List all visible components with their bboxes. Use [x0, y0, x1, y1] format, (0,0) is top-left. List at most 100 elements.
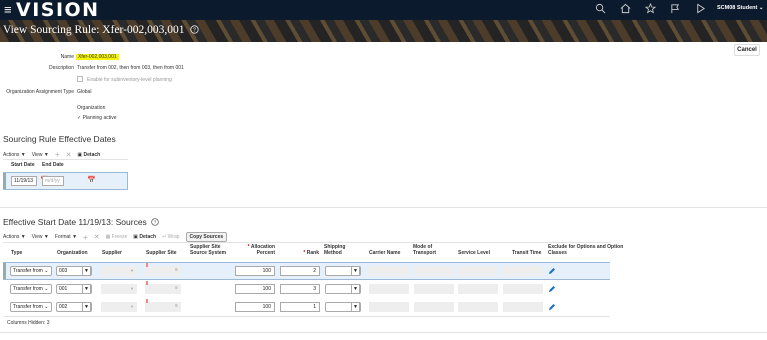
shipping-select[interactable]: ▼ [325, 266, 361, 276]
pencil-icon[interactable] [548, 285, 556, 293]
chevron-down-icon[interactable]: ▼ [351, 302, 360, 312]
pencil-icon[interactable] [548, 267, 556, 275]
dates-table-top [3, 159, 128, 160]
dates-detach-button[interactable]: ▣ Detach [77, 152, 100, 158]
freeze-icon: ▦ [105, 234, 111, 240]
chevron-down-icon[interactable]: ▼ [351, 266, 360, 276]
shipping-select[interactable]: ▼ [325, 302, 361, 312]
page-title-text: View Sourcing Rule: Xfer-002,003,001 [3, 24, 185, 36]
end-date-input[interactable]: m/d/yy [42, 176, 64, 186]
svg-text:?: ? [193, 27, 196, 33]
cancel-button[interactable]: Cancel [734, 44, 760, 56]
subinventory-checkbox [77, 76, 83, 82]
home-icon[interactable] [620, 3, 631, 14]
rank-input[interactable]: 2 [280, 266, 320, 276]
organization-select[interactable]: 002 ▼ [56, 302, 92, 312]
rank-input[interactable]: 1 [280, 302, 320, 312]
type-select[interactable]: Transfer from ⌄ [10, 266, 52, 276]
wrap-label: Wrap [167, 234, 180, 240]
play-icon[interactable] [695, 3, 706, 14]
dates-view-label: View [31, 151, 43, 158]
flag-icon[interactable] [670, 3, 681, 14]
brand-logo[interactable]: VISION [16, 0, 100, 20]
marker [146, 263, 148, 267]
mode-field [414, 302, 454, 312]
list-icon: ≡ [175, 267, 178, 273]
effective-dates-heading: Sourcing Rule Effective Dates [3, 134, 116, 144]
type-value: Transfer from [13, 268, 43, 274]
sources-table-top [3, 242, 610, 243]
chevron-down-icon[interactable]: ▼ [82, 266, 91, 276]
search-icon[interactable] [595, 3, 606, 14]
delete-icon[interactable]: ✕ [66, 151, 72, 159]
wrap-button[interactable]: ↵ Wrap [162, 234, 179, 240]
chevron-down-icon: ▼ [130, 268, 134, 273]
sources-view-menu[interactable]: View ▼ [32, 234, 49, 240]
dates-actions-label: Actions [3, 151, 20, 158]
col-type: Type [11, 250, 23, 256]
type-select[interactable]: Transfer from ⌄ [10, 302, 52, 312]
rank-input[interactable]: 3 [280, 284, 320, 294]
add-icon-sources[interactable]: + [83, 233, 88, 242]
col-service: Service Level [458, 250, 490, 256]
transit-field [503, 284, 543, 294]
sources-actions-label: Actions [3, 234, 20, 240]
col-rank-label: Rank [306, 250, 319, 256]
col-carrier: Carrier Name [369, 250, 401, 256]
organization-select[interactable]: 003 ▼ [56, 266, 92, 276]
pencil-icon[interactable] [548, 303, 556, 311]
subinventory-label: Enable for subinventory-level planning [87, 77, 172, 83]
allocation-input[interactable]: 100 [235, 284, 275, 294]
service-field [458, 266, 498, 276]
chevron-down-icon[interactable]: ▼ [82, 284, 91, 294]
carrier-field [369, 266, 409, 276]
freeze-label: Freeze [111, 234, 128, 240]
help-icon-sources[interactable]: ? [151, 218, 159, 226]
calendar-icon-end[interactable]: 📅 [87, 176, 96, 184]
organization-value: 003 [59, 268, 68, 274]
organization-value: 001 [59, 286, 68, 292]
chevron-down-icon[interactable]: ▼ [82, 302, 91, 312]
org-assignment-label: Organization Assignment Type [6, 89, 74, 95]
name-label: Name [60, 54, 74, 60]
marker [146, 299, 148, 303]
dates-actions-menu[interactable]: Actions ▼ [3, 152, 26, 158]
shipping-select[interactable]: ▼ [325, 284, 361, 294]
dates-detach-label: Detach [83, 151, 101, 158]
user-name: SCM08 Student [717, 5, 758, 11]
col-supplier: Supplier [102, 250, 123, 256]
page-title: View Sourcing Rule: Xfer-002,003,001 ? [3, 24, 199, 36]
copy-sources-button[interactable]: Copy Sources [185, 232, 228, 242]
freeze-button[interactable]: ▦ Freeze [106, 234, 128, 240]
sources-detach-button[interactable]: ▣ Detach [133, 234, 156, 240]
type-select[interactable]: Transfer from ⌄ [10, 284, 52, 294]
allocation-input[interactable]: 100 [235, 266, 275, 276]
service-field [458, 302, 498, 312]
delete-icon-sources[interactable]: ✕ [94, 233, 100, 241]
col-organization: Organization [57, 250, 88, 256]
service-field [458, 284, 498, 294]
sources-format-menu[interactable]: Format ▼ [55, 234, 77, 240]
chevron-down-icon: ▼ [130, 286, 134, 291]
planning-active: ✓ Planning active [77, 115, 117, 121]
sources-format-label: Format [54, 234, 71, 240]
add-icon[interactable]: + [55, 150, 60, 159]
carrier-field [369, 302, 409, 312]
help-icon[interactable]: ? [190, 25, 199, 34]
hamburger-icon[interactable]: ≡ [4, 3, 12, 16]
sources-heading-text: Effective Start Date 11/19/13: Sources [3, 217, 147, 227]
planning-active-text: Planning active [82, 115, 117, 121]
sources-actions-menu[interactable]: Actions ▼ [3, 234, 26, 240]
star-icon[interactable] [645, 3, 656, 14]
dates-view-menu[interactable]: View ▼ [32, 152, 49, 158]
allocation-input[interactable]: 100 [235, 302, 275, 312]
type-value: Transfer from [13, 304, 43, 310]
organization-value: 002 [59, 304, 68, 310]
chevron-down-icon[interactable]: ▼ [351, 284, 360, 294]
user-menu[interactable]: SCM08 Student ⌄ [717, 5, 763, 11]
start-date-input[interactable]: 11/19/13 [11, 176, 37, 186]
sources-detach-label: Detach [139, 234, 157, 240]
col-start-date: Start Date [11, 162, 35, 168]
mode-field [414, 284, 454, 294]
organization-select[interactable]: 001 ▼ [56, 284, 92, 294]
